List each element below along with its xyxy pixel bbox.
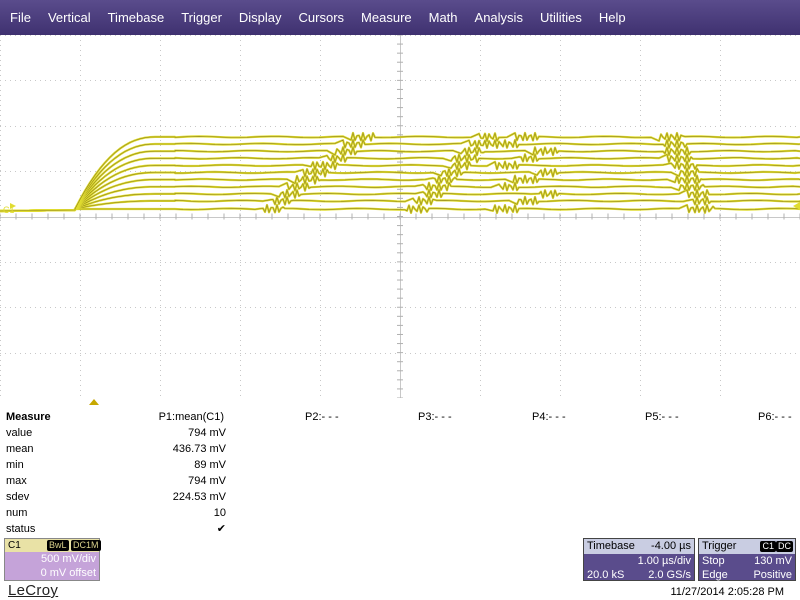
trigger-slope: Positive bbox=[753, 569, 792, 581]
measure-row-value: 794 mV bbox=[188, 475, 226, 487]
menu-bar: File Vertical Timebase Trigger Display Cursor… bbox=[0, 0, 800, 35]
trigger-mode: Stop bbox=[702, 555, 725, 567]
menu-utilities[interactable]: Utilities bbox=[531, 0, 590, 35]
measure-row-min: min 89 mV bbox=[0, 457, 800, 473]
menu-file[interactable]: File bbox=[0, 0, 39, 35]
measure-row-value: 224.53 mV bbox=[172, 491, 226, 503]
param-p3-header[interactable]: P3:- - - bbox=[418, 409, 452, 425]
timebase-delay: -4.00 µs bbox=[651, 540, 691, 552]
param-p4-header[interactable]: P4:- - - bbox=[532, 409, 566, 425]
measure-row-max: max 794 mV bbox=[0, 473, 800, 489]
menu-help[interactable]: Help bbox=[590, 0, 634, 35]
measure-row-num: num 10 bbox=[0, 505, 800, 521]
measure-row-label: status bbox=[6, 523, 36, 535]
brand-logo: LeCroy bbox=[8, 582, 59, 599]
timebase-title: Timebase bbox=[587, 540, 635, 552]
menu-math[interactable]: Math bbox=[420, 0, 466, 35]
menu-timebase[interactable]: Timebase bbox=[99, 0, 173, 35]
menu-cursors[interactable]: Cursors bbox=[290, 0, 353, 35]
waveform-display[interactable]: C1 bbox=[0, 35, 800, 398]
measure-row-value: 436.73 mV bbox=[172, 443, 226, 455]
trigger-coupling-badge: DC bbox=[776, 541, 793, 552]
menu-measure[interactable]: Measure bbox=[352, 0, 420, 35]
channel-name: C1 bbox=[8, 540, 21, 551]
trigger-title: Trigger bbox=[702, 540, 737, 552]
trigger-level: 130 mV bbox=[754, 555, 792, 567]
sample-rate: 2.0 GS/s bbox=[648, 569, 691, 581]
measure-row-label: value bbox=[6, 427, 33, 439]
measure-row-label: num bbox=[6, 507, 28, 519]
measure-row-value: 89 mV bbox=[194, 459, 226, 471]
coupling-badge: DC1M bbox=[71, 540, 101, 551]
measure-row-value: 794 mV bbox=[188, 427, 226, 439]
measure-row-mean: mean 436.73 mV bbox=[0, 441, 800, 457]
param-p2-header[interactable]: P2:- - - bbox=[305, 409, 339, 425]
timebase-descriptor[interactable]: Timebase -4.00 µs 1.00 µs/div 20.0 kS 2.… bbox=[583, 538, 695, 581]
trigger-type: Edge bbox=[702, 569, 728, 581]
measure-row-value: ✔ bbox=[216, 523, 226, 535]
param-p1-header[interactable]: P1:mean(C1) bbox=[159, 409, 224, 425]
sample-count: 20.0 kS bbox=[587, 569, 625, 581]
trigger-source-badge: C1 bbox=[760, 541, 776, 552]
measure-title: Measure bbox=[6, 411, 51, 423]
time-per-div: 1.00 µs/div bbox=[637, 555, 691, 567]
waveform-graticule: C1 bbox=[0, 35, 800, 398]
measure-row-status: status ✔ bbox=[0, 521, 800, 537]
menu-vertical[interactable]: Vertical bbox=[39, 0, 99, 35]
date-time: 11/27/2014 2:05:28 PM bbox=[670, 586, 784, 598]
channel-offset: 0 mV offset bbox=[40, 567, 96, 579]
param-p5-header[interactable]: P5:- - - bbox=[645, 409, 679, 425]
menu-trigger[interactable]: Trigger bbox=[172, 0, 230, 35]
volts-per-div: 500 mV/div bbox=[40, 553, 96, 565]
measure-row-value: value 794 mV bbox=[0, 425, 800, 441]
measure-table: Measure P1:mean(C1) P2:- - - P3:- - - P4… bbox=[0, 405, 800, 535]
param-p6-header[interactable]: P6:- - - bbox=[758, 409, 792, 425]
channel-c1-descriptor[interactable]: C1 BwL DC1M 500 mV/div 0 mV offset bbox=[4, 538, 101, 581]
measure-row-label: max bbox=[6, 475, 27, 487]
trigger-descriptor[interactable]: Trigger C1 DC Stop 130 mV Edge Positive bbox=[698, 538, 796, 581]
menu-analysis[interactable]: Analysis bbox=[466, 0, 531, 35]
measure-row-sdev: sdev 224.53 mV bbox=[0, 489, 800, 505]
measure-row-label: sdev bbox=[6, 491, 30, 503]
measure-row-label: min bbox=[6, 459, 24, 471]
measure-row-label: mean bbox=[6, 443, 34, 455]
bandwidth-limit-badge: BwL bbox=[47, 540, 69, 551]
menu-display[interactable]: Display bbox=[230, 0, 290, 35]
measure-row-value: 10 bbox=[213, 507, 226, 519]
